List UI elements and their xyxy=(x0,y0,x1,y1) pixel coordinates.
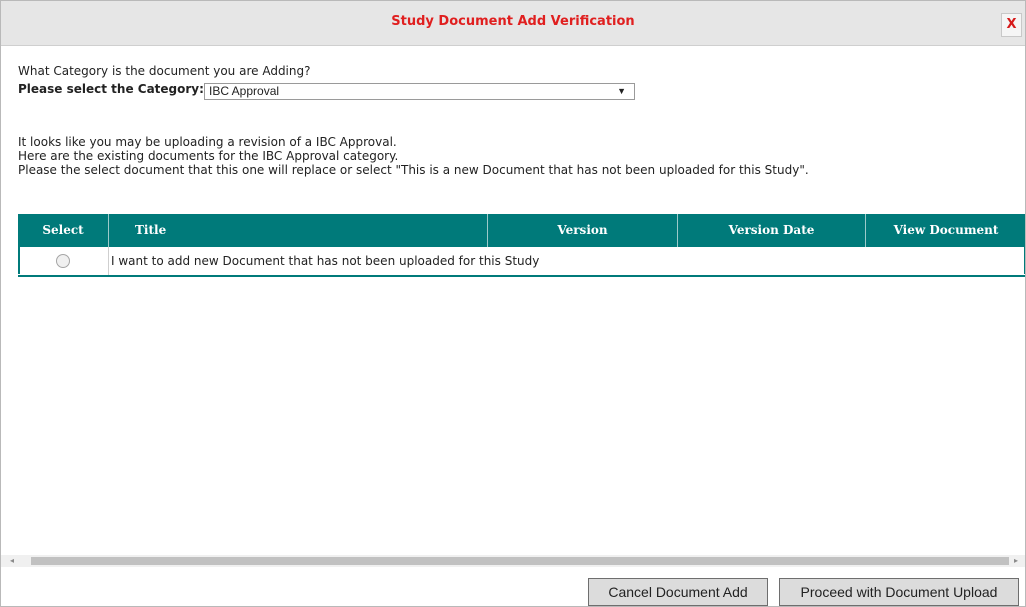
scroll-right-icon[interactable]: ▸ xyxy=(1007,555,1025,567)
proceed-upload-button[interactable]: Proceed with Document Upload xyxy=(779,578,1019,606)
table-row[interactable]: I want to add new Document that has not … xyxy=(18,246,1025,277)
close-icon[interactable]: X xyxy=(1001,13,1022,37)
title-cell: I want to add new Document that has not … xyxy=(108,246,1025,277)
category-row: Please select the Category: xyxy=(18,82,204,96)
info-line: Here are the existing documents for the … xyxy=(18,149,399,163)
scrollbar-thumb[interactable] xyxy=(31,557,1009,565)
column-header-version-date[interactable]: Version Date xyxy=(677,214,866,247)
category-label: Please select the Category: xyxy=(18,82,204,96)
column-header-select[interactable]: Select xyxy=(18,214,109,247)
column-header-version[interactable]: Version xyxy=(487,214,678,247)
column-header-view-document[interactable]: View Document xyxy=(865,214,1025,247)
table-header-row: Select Title Version Version Date View D… xyxy=(18,214,1025,247)
scroll-left-icon[interactable]: ◂ xyxy=(3,555,21,567)
revision-info: It looks like you may be uploading a rev… xyxy=(18,135,809,177)
category-question: What Category is the document you are Ad… xyxy=(18,64,311,78)
info-line: Please the select document that this one… xyxy=(18,163,809,177)
column-header-title[interactable]: Title xyxy=(108,214,488,247)
dialog-title: Study Document Add Verification xyxy=(391,14,635,29)
horizontal-scrollbar[interactable]: ◂ ▸ xyxy=(1,555,1025,567)
dialog-titlebar: Study Document Add Verification X xyxy=(1,1,1025,46)
category-select-value: IBC Approval xyxy=(209,84,280,98)
select-cell[interactable] xyxy=(18,246,109,277)
cancel-document-add-button[interactable]: Cancel Document Add xyxy=(588,578,768,606)
info-line: It looks like you may be uploading a rev… xyxy=(18,135,397,149)
new-document-radio[interactable] xyxy=(56,254,70,269)
category-select[interactable]: IBC Approval ▼ xyxy=(204,83,635,100)
documents-table: Select Title Version Version Date View D… xyxy=(18,214,1025,277)
document-add-dialog: Study Document Add Verification X What C… xyxy=(0,0,1026,607)
dropdown-arrow-icon: ▼ xyxy=(617,86,626,96)
